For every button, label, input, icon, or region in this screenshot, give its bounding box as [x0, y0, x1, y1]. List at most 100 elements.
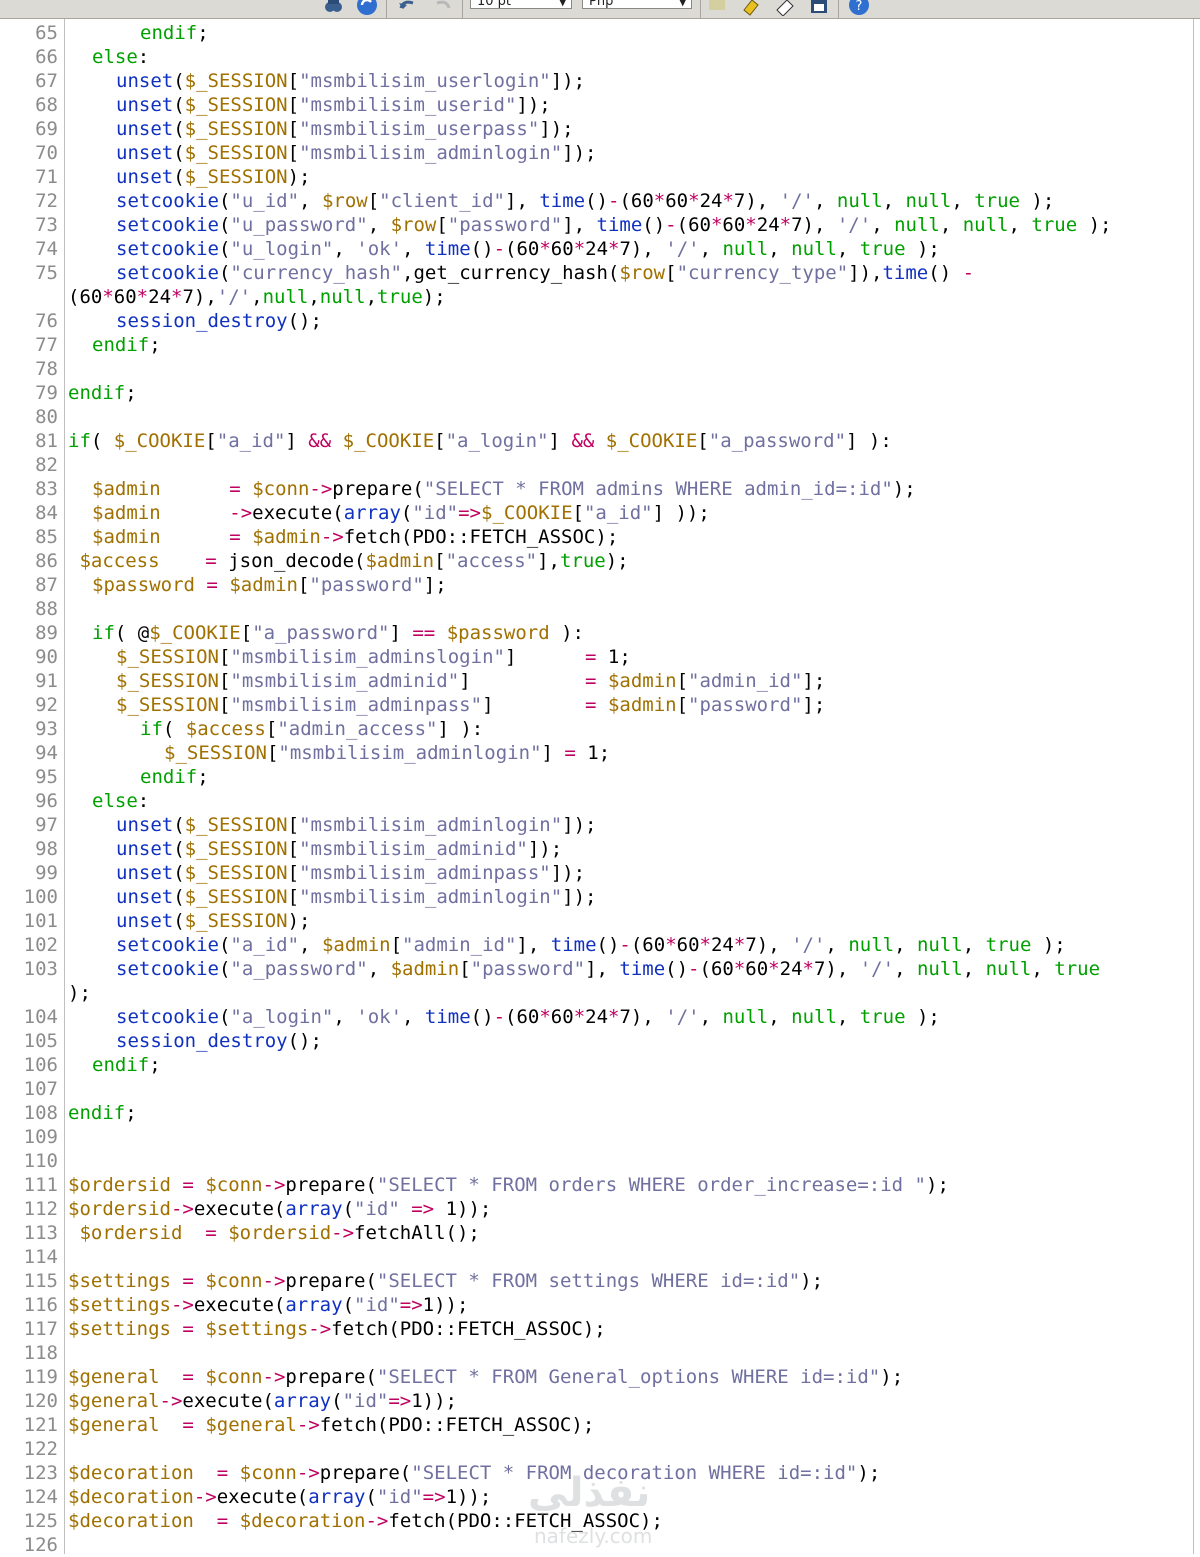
code-token: ] ):: [846, 430, 892, 452]
code-line: else:: [92, 45, 149, 69]
code-token: );: [605, 550, 629, 572]
code-token: (): [642, 214, 666, 236]
code-token: $row: [619, 262, 666, 284]
code-token: (: [173, 838, 185, 860]
code-token: null: [962, 214, 1009, 236]
code-token: $_COOKIE: [149, 622, 241, 644]
code-token: ;: [125, 382, 137, 404]
code-line: $decoration = $conn->prepare("SELECT * F…: [68, 1461, 880, 1485]
language-value: Php: [589, 0, 614, 9]
refresh-icon[interactable]: [356, 0, 378, 16]
line-number: 93: [35, 718, 58, 740]
code-token: =: [585, 694, 597, 716]
code-token: (): [470, 1006, 494, 1028]
code-token: unset: [116, 166, 174, 188]
code-token: );: [926, 1174, 949, 1196]
code-token: null: [916, 958, 963, 980]
code-token: json_decode(: [216, 550, 366, 572]
language-select[interactable]: Php ▼: [582, 0, 692, 9]
code-token: "msmbilisim_adminid": [230, 670, 460, 692]
line-number: 104: [23, 1006, 58, 1028]
code-token: $ordersid: [228, 1222, 332, 1244]
line-number: 113: [23, 1222, 58, 1244]
code-token: ]);: [550, 862, 586, 884]
code-token: ();: [287, 1030, 322, 1052]
code-token: $access: [79, 550, 160, 572]
code-token: *: [665, 934, 677, 956]
code-token: =>: [411, 1198, 435, 1220]
code-token: "currency_hash": [230, 262, 402, 284]
code-token: );: [800, 1270, 824, 1292]
code-line: $settings = $settings->fetch(PDO::FETCH_…: [68, 1317, 606, 1341]
code-line: $_SESSION["msmbilisim_adminpass"] = $adm…: [116, 693, 825, 717]
code-token: prepare(: [319, 1462, 412, 1484]
code-token: ,: [365, 286, 378, 308]
code-token: =: [229, 526, 241, 548]
code-token: ,: [962, 958, 986, 980]
code-token: ->: [170, 1198, 194, 1220]
code-editor[interactable]: 65 66 67 68 69 70 71 72 73 74 75 76 77 78 79 80 81 82 83 84…: [0, 19, 1194, 1556]
code-token: $admin: [390, 958, 460, 980]
code-token: [: [572, 502, 584, 524]
code-token: =: [182, 1174, 194, 1196]
code-token: array: [273, 1390, 332, 1412]
find-replace-icon[interactable]: [322, 0, 344, 16]
code-token: "a_login": [230, 1006, 334, 1028]
code-token: else: [92, 46, 138, 68]
line-number: 110: [23, 1150, 58, 1172]
code-token: ,: [951, 190, 975, 212]
code-token: [: [218, 646, 231, 668]
code-token: time: [424, 1006, 471, 1028]
code-token: (60: [619, 190, 654, 212]
code-token: true: [985, 934, 1032, 956]
code-token: $_SESSION: [184, 838, 288, 860]
line-number: 69: [35, 118, 58, 140]
code-token: (60: [505, 238, 540, 260]
line-number: 91: [35, 670, 58, 692]
code-line: endif;: [92, 1053, 161, 1077]
code-token: ,: [962, 934, 986, 956]
code-token: '/': [859, 958, 895, 980]
code-token: time: [882, 262, 929, 284]
code-token: [: [240, 622, 253, 644]
line-number: 107: [23, 1078, 58, 1100]
redo-icon[interactable]: [432, 0, 454, 16]
font-size-select[interactable]: 10 pt ▼: [470, 0, 572, 9]
code-token: "u_password": [230, 214, 368, 236]
save-icon[interactable]: [808, 0, 830, 16]
line-number: 112: [23, 1198, 58, 1220]
code-token: =>: [458, 502, 481, 524]
code-token: "SELECT * FROM General_options WHERE id=…: [376, 1366, 881, 1388]
code-token: $password: [446, 622, 550, 644]
code-token: ->: [262, 1270, 286, 1292]
spell-check-icon[interactable]: [706, 0, 728, 16]
code-token: $_SESSION: [116, 646, 219, 668]
code-token: ],: [562, 214, 597, 236]
code-token: "msmbilisim_adminlogin": [299, 814, 563, 836]
code-token: [: [434, 430, 446, 452]
code-token: endif: [92, 1054, 150, 1076]
code-token: =: [182, 1414, 194, 1436]
code-line: unset($_SESSION["msmbilisim_adminid"]);: [116, 837, 562, 861]
code-token: =>: [388, 1390, 412, 1412]
code-token: [: [676, 694, 689, 716]
code-token: *: [722, 190, 734, 212]
code-token: ->: [229, 502, 253, 524]
code-token: =: [564, 742, 576, 764]
code-token: $admin: [252, 526, 321, 548]
code-line: (60*60*24*7),'/',null,null,true);: [68, 285, 446, 309]
highlighter-icon[interactable]: [740, 0, 762, 16]
code-line: session_destroy();: [116, 1029, 322, 1053]
line-number: 121: [23, 1414, 58, 1436]
eraser-icon[interactable]: [774, 0, 796, 17]
help-icon[interactable]: ?: [848, 0, 870, 16]
code-token: ,: [699, 238, 723, 260]
code-token: "msmbilisim_adminid": [299, 838, 528, 860]
undo-icon[interactable]: [396, 0, 418, 16]
code-token: (: [173, 142, 185, 164]
code-token: ->: [170, 1294, 194, 1316]
